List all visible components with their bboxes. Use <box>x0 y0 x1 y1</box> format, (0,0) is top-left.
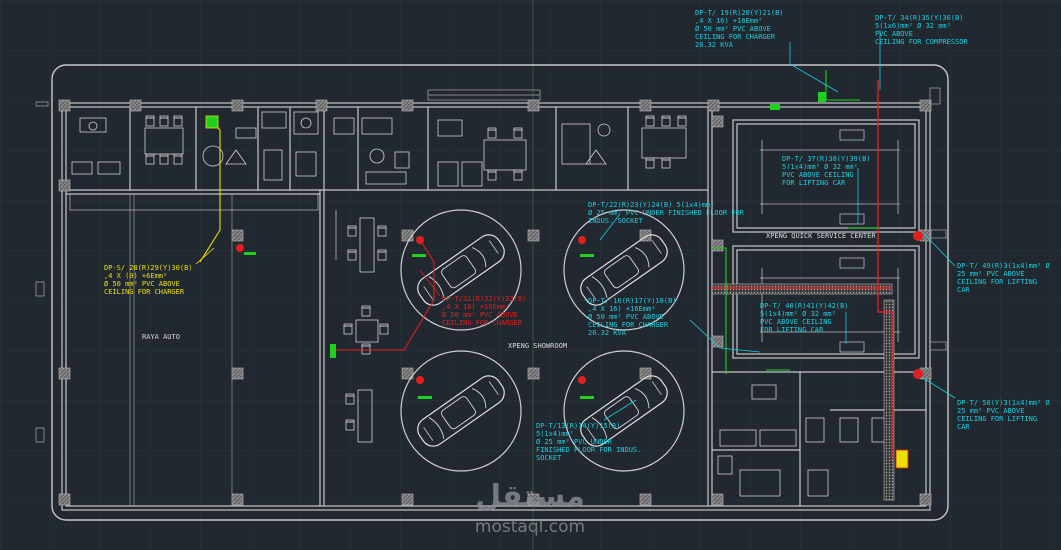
label-line: DP-T/13(R)14(Y)15(B) <box>536 422 620 430</box>
cable-tray-horizontal <box>711 283 893 295</box>
label-line: FINISHED FLOOR FOR INDUS. <box>536 446 641 454</box>
label-line: Ø 50 mm² PVC ABOVE <box>104 280 180 288</box>
watermark-latin: mostaql.com <box>475 517 585 537</box>
label-line: SOCKET <box>536 454 562 462</box>
label-line: Ø 50 mm² PVC ABOVE <box>588 313 664 321</box>
label-line: 26.32 KVA <box>695 41 734 49</box>
label-line: CEILING FOR LIFTING <box>957 278 1037 286</box>
label-line: DP-T/ 37(R)38(Y)39(B) <box>782 155 871 163</box>
label-line: ,4 X (0) +6Emm² <box>104 272 167 280</box>
label-line: Ø 25 mm² PVC UNDER <box>536 438 613 446</box>
label-line: 5(1x4)mm² Ø 32 mm² <box>782 163 858 171</box>
label-line: CEILING FOR CHARGER <box>588 321 669 329</box>
label-line: PVC ABOVE <box>875 30 913 38</box>
label-line: Ø 50 mm² PVC ABOVE <box>442 311 518 319</box>
label-line: DP-T/ 19(R)20(Y)21(B) <box>695 9 784 17</box>
label-line: CEILING FOR LIFTING <box>957 415 1037 423</box>
label-line: 5(1x4)mm² <box>536 430 574 438</box>
label-line: DP-T/ 50(Y)3(1x4)mm² Ø <box>957 399 1051 407</box>
label-line: DP-T/ 16(R)17(Y)18(B) <box>588 297 677 305</box>
label-line: PVC ABOVE CEILING <box>760 318 832 326</box>
label-line: 5(1x4)mm² Ø 32 mm² <box>760 310 836 318</box>
label-line: ,4 X 16) +16Emm² <box>588 305 655 313</box>
label-line: CEILING FOR CHARGER <box>442 319 523 327</box>
label-line: 25 mm² PVC ABOVE <box>957 270 1024 278</box>
room-label-service: XPENG QUICK SERVICE CENTER <box>766 232 876 240</box>
label-line: ,4 X 16) +16Emm² <box>695 17 762 25</box>
label-line: 26.32 KVA <box>588 329 627 337</box>
label-line: DP-T/ 49(R)3(1x4)mm² Ø <box>957 262 1051 270</box>
watermark-arabic: مستقل <box>475 479 585 514</box>
watermark: مستقل mostaql.com <box>475 479 585 537</box>
label-line: FOR LIFTING CAR <box>760 326 824 334</box>
label-line: CEILING FOR CHARGER <box>695 33 776 41</box>
label-line: CAR <box>957 286 970 294</box>
label-line: PVC ABOVE CEILING <box>782 171 854 179</box>
label-line: DP-T/22(R)23(Y)24(B) 5(1x4)mm² <box>588 201 714 209</box>
label-line: DP-T/ 40(R)41(Y)42(B) <box>760 302 849 310</box>
label-line: FOR LIFTING CAR <box>782 179 846 187</box>
cad-electrical-floor-plan: RAYA AUTO XPENG SHOWROOM XPENG QUICK SER… <box>0 0 1061 550</box>
label-line: CAR <box>957 423 970 431</box>
label-line: CEILING FOR CHARGER <box>104 288 185 296</box>
label-line: 25 mm² PVC ABOVE <box>957 407 1024 415</box>
label-line: CEILING FOR COMPRESSOR <box>875 38 969 46</box>
label-line: 5(1x6)mm² Ø 32 mm² <box>875 22 951 30</box>
label-line: Ø 25 mm² PVC UNDER FINISHED FLOOR FOR <box>588 209 745 217</box>
label-line: DP-T/31(R)32(Y)33(B) <box>442 295 526 303</box>
label-line: DP-S/ 28(R)29(Y)30(B) <box>104 264 193 272</box>
label-charger-28-29-30: DP-S/ 28(R)29(Y)30(B) ,4 X (0) +6Emm² Ø 50… <box>104 264 193 296</box>
room-label-raya: RAYA AUTO <box>142 333 180 341</box>
label-line: INDUS. SOCKET <box>588 217 644 225</box>
label-line: DP-T/ 34(R)35(Y)36(B) <box>875 14 964 22</box>
label-charger-31-32-33: DP-T/31(R)32(Y)33(B) ,4 X 16) +16Emm² Ø 50… <box>442 295 526 327</box>
label-line: ,4 X 16) +16Emm² <box>442 303 509 311</box>
room-label-showroom: XPENG SHOWROOM <box>508 342 567 350</box>
label-line: Ø 50 mm² PVC ABOVE <box>695 25 771 33</box>
